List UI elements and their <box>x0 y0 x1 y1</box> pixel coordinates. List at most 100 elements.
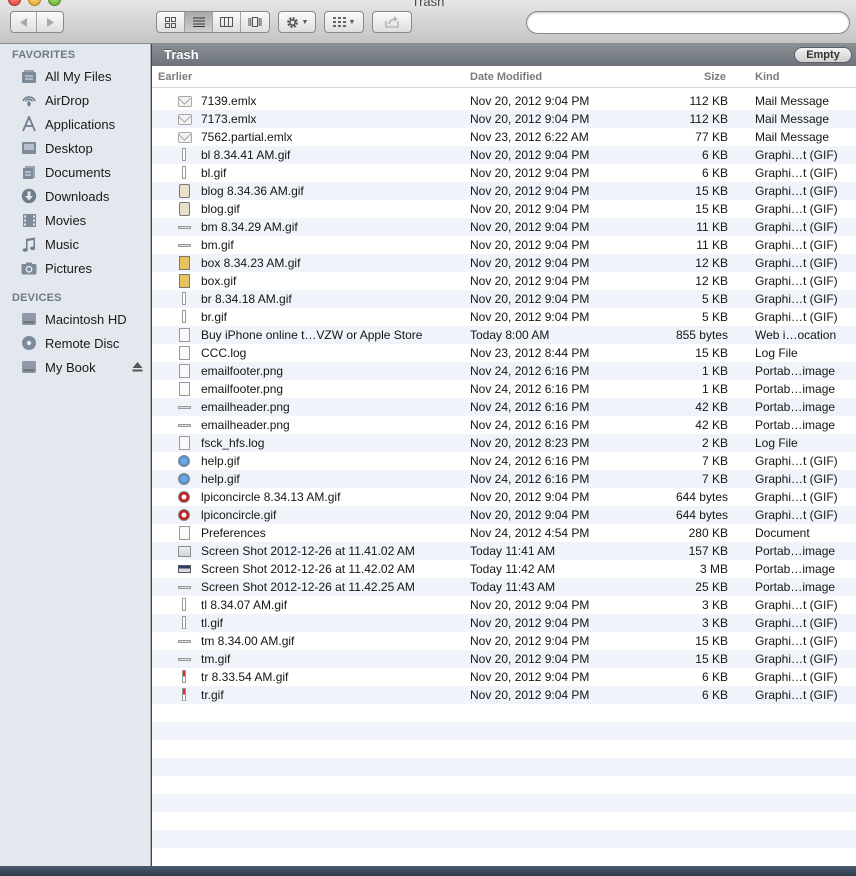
file-date-modified: Nov 20, 2012 8:23 PM <box>470 436 590 450</box>
table-row[interactable]: emailheader.png Nov 24, 2012 6:16 PM 42 KB… <box>152 416 856 434</box>
sidebar-item-label: Music <box>45 236 79 252</box>
file-date-modified: Nov 23, 2012 8:44 PM <box>470 346 590 360</box>
screenshot-file-icon <box>178 562 192 576</box>
sidebar-item-label: Pictures <box>45 260 92 276</box>
list-view-button[interactable] <box>185 12 213 32</box>
file-name: tl 8.34.07 AM.gif <box>201 598 288 612</box>
forward-button[interactable] <box>37 12 63 32</box>
file-name: fsck_hfs.log <box>201 436 265 450</box>
table-row[interactable]: blog.gif Nov 20, 2012 9:04 PM 15 KB Graphi…… <box>152 200 856 218</box>
file-kind: Portab…image <box>755 544 836 558</box>
sidebar-item-documents[interactable]: Documents <box>0 160 150 184</box>
action-menu-button[interactable]: ▼ <box>278 11 316 33</box>
file-kind: Portab…image <box>755 580 836 594</box>
table-row[interactable]: tr.gif Nov 20, 2012 9:04 PM 6 KB Graphi…t (… <box>152 686 856 704</box>
column-header-kind[interactable]: Kind <box>755 71 779 83</box>
table-row[interactable]: 7139.emlx Nov 20, 2012 9:04 PM 112 KB Mail … <box>152 92 856 110</box>
file-date-modified: Nov 20, 2012 9:04 PM <box>470 166 590 180</box>
file-size: 6 KB <box>701 148 728 162</box>
sidebar-item-desktop[interactable]: Desktop <box>0 136 150 160</box>
file-list: 7139.emlx Nov 20, 2012 9:04 PM 112 KB Mail … <box>152 92 856 704</box>
eject-icon[interactable] <box>132 361 143 372</box>
sidebar-item-downloads[interactable]: Downloads <box>0 184 150 208</box>
file-name: Screen Shot 2012-12-26 at 11.41.02 AM <box>201 544 415 558</box>
downloads-icon <box>20 187 38 205</box>
file-size: 644 bytes <box>675 508 728 522</box>
cover-flow-icon <box>248 17 262 27</box>
column-header-size[interactable]: Size <box>704 71 726 83</box>
file-name: bm.gif <box>201 238 234 252</box>
sidebar-item-macintosh-hd[interactable]: Macintosh HD <box>0 307 150 331</box>
table-row[interactable]: 7173.emlx Nov 20, 2012 9:04 PM 112 KB Mail … <box>152 110 856 128</box>
airdrop-icon <box>20 91 38 109</box>
back-button[interactable] <box>11 12 38 32</box>
sidebar-item-movies[interactable]: Movies <box>0 208 150 232</box>
document-file-icon <box>178 436 192 450</box>
empty-trash-button[interactable]: Empty <box>794 47 852 63</box>
table-row[interactable]: Buy iPhone online t…VZW or Apple Store To… <box>152 326 856 344</box>
table-row[interactable]: tl 8.34.07 AM.gif Nov 20, 2012 9:04 PM 3 K… <box>152 596 856 614</box>
share-button[interactable] <box>372 11 412 33</box>
file-date-modified: Nov 20, 2012 9:04 PM <box>470 616 590 630</box>
arrange-menu-button[interactable]: ▼ <box>324 11 364 33</box>
sidebar-item-my-book[interactable]: My Book <box>0 355 150 379</box>
table-row[interactable]: box.gif Nov 20, 2012 9:04 PM 12 KB Graphi…t… <box>152 272 856 290</box>
table-row[interactable]: 7562.partial.emlx Nov 23, 2012 6:22 AM 77 … <box>152 128 856 146</box>
table-row[interactable]: CCC.log Nov 23, 2012 8:44 PM 15 KB Log File <box>152 344 856 362</box>
file-size: 6 KB <box>701 166 728 180</box>
table-row[interactable]: Screen Shot 2012-12-26 at 11.41.02 AM Tod… <box>152 542 856 560</box>
sidebar-item-music[interactable]: Music <box>0 232 150 256</box>
sidebar-item-all-my-files[interactable]: All My Files <box>0 64 150 88</box>
sidebar-item-label: My Book <box>45 359 96 375</box>
table-row[interactable]: tr 8.33.54 AM.gif Nov 20, 2012 9:04 PM 6 K… <box>152 668 856 686</box>
table-row[interactable]: bl 8.34.41 AM.gif Nov 20, 2012 9:04 PM 6 K… <box>152 146 856 164</box>
file-size: 12 KB <box>695 274 728 288</box>
table-row[interactable]: tl.gif Nov 20, 2012 9:04 PM 3 KB Graphi…t (… <box>152 614 856 632</box>
table-row[interactable]: emailfooter.png Nov 24, 2012 6:16 PM 1 KB P… <box>152 380 856 398</box>
table-row[interactable]: lpiconcircle 8.34.13 AM.gif Nov 20, 2012 … <box>152 488 856 506</box>
sidebar-item-applications[interactable]: Applications <box>0 112 150 136</box>
column-header-date-modified[interactable]: Date Modified <box>470 71 542 83</box>
table-row[interactable]: bl.gif Nov 20, 2012 9:04 PM 6 KB Graphi…t (… <box>152 164 856 182</box>
empty-row-stripe <box>152 830 856 848</box>
cover-flow-button[interactable] <box>241 12 269 32</box>
search-input[interactable] <box>526 11 850 34</box>
table-row[interactable]: br.gif Nov 20, 2012 9:04 PM 5 KB Graphi…t (… <box>152 308 856 326</box>
table-row[interactable]: emailfooter.png Nov 24, 2012 6:16 PM 1 KB P… <box>152 362 856 380</box>
table-row[interactable]: bm.gif Nov 20, 2012 9:04 PM 11 KB Graphi…t … <box>152 236 856 254</box>
table-row[interactable]: help.gif Nov 24, 2012 6:16 PM 7 KB Graphi…t… <box>152 470 856 488</box>
image-file-icon <box>178 616 192 630</box>
table-row[interactable]: emailheader.png Nov 24, 2012 6:16 PM 42 KB… <box>152 398 856 416</box>
sidebar-item-remote-disc[interactable]: Remote Disc <box>0 331 150 355</box>
table-row[interactable]: Preferences Nov 24, 2012 4:54 PM 280 KB Doc… <box>152 524 856 542</box>
table-row[interactable]: fsck_hfs.log Nov 20, 2012 8:23 PM 2 KB Log … <box>152 434 856 452</box>
table-row[interactable]: bm 8.34.29 AM.gif Nov 20, 2012 9:04 PM 11 … <box>152 218 856 236</box>
table-row[interactable]: tm.gif Nov 20, 2012 9:04 PM 15 KB Graphi…t … <box>152 650 856 668</box>
table-row[interactable]: Screen Shot 2012-12-26 at 11.42.02 AM Tod… <box>152 560 856 578</box>
table-row[interactable]: br 8.34.18 AM.gif Nov 20, 2012 9:04 PM 5 K… <box>152 290 856 308</box>
image-file-icon <box>178 670 192 684</box>
file-date-modified: Today 11:43 AM <box>470 580 556 594</box>
file-size: 2 KB <box>701 436 728 450</box>
table-row[interactable]: tm 8.34.00 AM.gif Nov 20, 2012 9:04 PM 15 … <box>152 632 856 650</box>
table-row[interactable]: box 8.34.23 AM.gif Nov 20, 2012 9:04 PM 12… <box>152 254 856 272</box>
image-file-icon <box>178 418 192 432</box>
file-date-modified: Nov 20, 2012 9:04 PM <box>470 688 590 702</box>
file-date-modified: Today 8:00 AM <box>470 328 550 342</box>
table-row[interactable]: lpiconcircle.gif Nov 20, 2012 9:04 PM 644 … <box>152 506 856 524</box>
table-row[interactable]: blog 8.34.36 AM.gif Nov 20, 2012 9:04 PM 1… <box>152 182 856 200</box>
file-kind: Mail Message <box>755 94 830 108</box>
table-row[interactable]: Screen Shot 2012-12-26 at 11.42.25 AM Tod… <box>152 578 856 596</box>
icon-view-button[interactable] <box>157 12 185 32</box>
mail-file-icon <box>178 112 192 126</box>
sidebar-item-pictures[interactable]: Pictures <box>0 256 150 280</box>
column-view-button[interactable] <box>213 12 241 32</box>
location-title: Trash <box>164 47 199 62</box>
chevron-down-icon: ▼ <box>301 18 309 26</box>
table-row[interactable]: help.gif Nov 24, 2012 6:16 PM 7 KB Graphi…t… <box>152 452 856 470</box>
mail-file-icon <box>178 130 192 144</box>
sidebar-item-airdrop[interactable]: AirDrop <box>0 88 150 112</box>
document-file-icon <box>178 328 192 342</box>
column-header-name[interactable]: Earlier <box>158 71 192 83</box>
left-arrow-icon <box>19 17 27 27</box>
